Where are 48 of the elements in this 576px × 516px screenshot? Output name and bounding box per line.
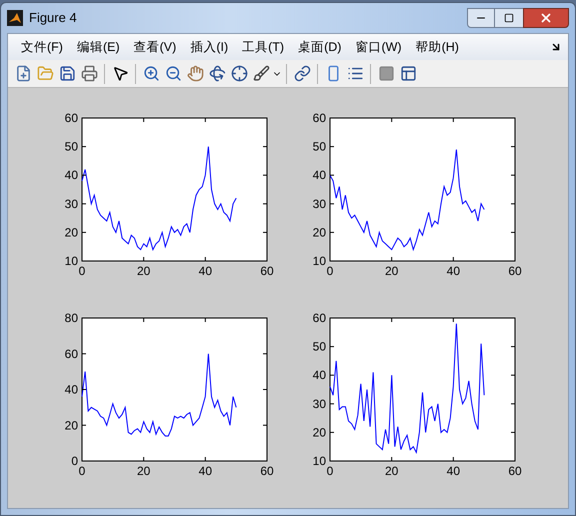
- x-tick-label: 0: [326, 464, 334, 478]
- x-tick-label: 0: [78, 464, 86, 478]
- menu-item[interactable]: 插入(I): [183, 38, 236, 56]
- y-tick-label: 30: [312, 396, 326, 411]
- y-tick-label: 60: [312, 311, 326, 325]
- y-tick-label: 40: [64, 382, 78, 396]
- y-tick-label: 60: [64, 111, 78, 125]
- y-tick-label: 30: [312, 196, 326, 211]
- y-tick-label: 60: [312, 111, 326, 125]
- x-tick-label: 60: [508, 464, 522, 478]
- y-tick-label: 0: [71, 454, 78, 468]
- x-tick-label: 20: [136, 464, 150, 478]
- x-tick-label: 20: [384, 464, 398, 478]
- y-tick-label: 40: [312, 368, 326, 382]
- x-tick-label: 0: [326, 264, 334, 278]
- y-tick-label: 20: [312, 425, 326, 440]
- menu-item[interactable]: 桌面(D): [291, 38, 348, 56]
- y-tick-label: 10: [64, 254, 78, 268]
- menu-item[interactable]: 窗口(W): [348, 38, 409, 56]
- menu-item[interactable]: 工具(T): [235, 38, 292, 56]
- menu-item[interactable]: 查看(V): [126, 38, 184, 56]
- y-tick-label: 10: [312, 254, 326, 268]
- y-tick-label: 50: [312, 340, 326, 354]
- x-tick-label: 20: [136, 264, 150, 278]
- x-tick-label: 40: [446, 464, 460, 478]
- y-tick-label: 20: [312, 225, 326, 240]
- x-tick-label: 60: [508, 264, 522, 278]
- x-tick-label: 40: [198, 264, 212, 278]
- x-tick-label: 40: [198, 464, 212, 478]
- x-tick-label: 0: [78, 264, 86, 278]
- y-tick-label: 30: [64, 196, 78, 211]
- menu-item[interactable]: 帮助(H): [408, 38, 466, 56]
- y-tick-label: 40: [64, 168, 78, 182]
- menu-item[interactable]: 编辑(E): [70, 38, 127, 56]
- window-title: Figure 4: [29, 9, 77, 28]
- y-tick-label: 20: [64, 225, 78, 240]
- x-tick-label: 40: [446, 264, 460, 278]
- y-tick-label: 50: [64, 140, 78, 154]
- y-tick-label: 50: [312, 140, 326, 154]
- x-tick-label: 60: [260, 464, 274, 478]
- menu-item[interactable]: 文件(F): [14, 38, 70, 56]
- y-tick-label: 80: [64, 311, 78, 325]
- y-tick-label: 10: [312, 454, 326, 468]
- x-tick-label: 60: [260, 264, 274, 278]
- x-tick-label: 20: [384, 264, 398, 278]
- y-tick-label: 60: [64, 346, 78, 361]
- y-tick-label: 20: [64, 418, 78, 432]
- y-tick-label: 40: [312, 168, 326, 182]
